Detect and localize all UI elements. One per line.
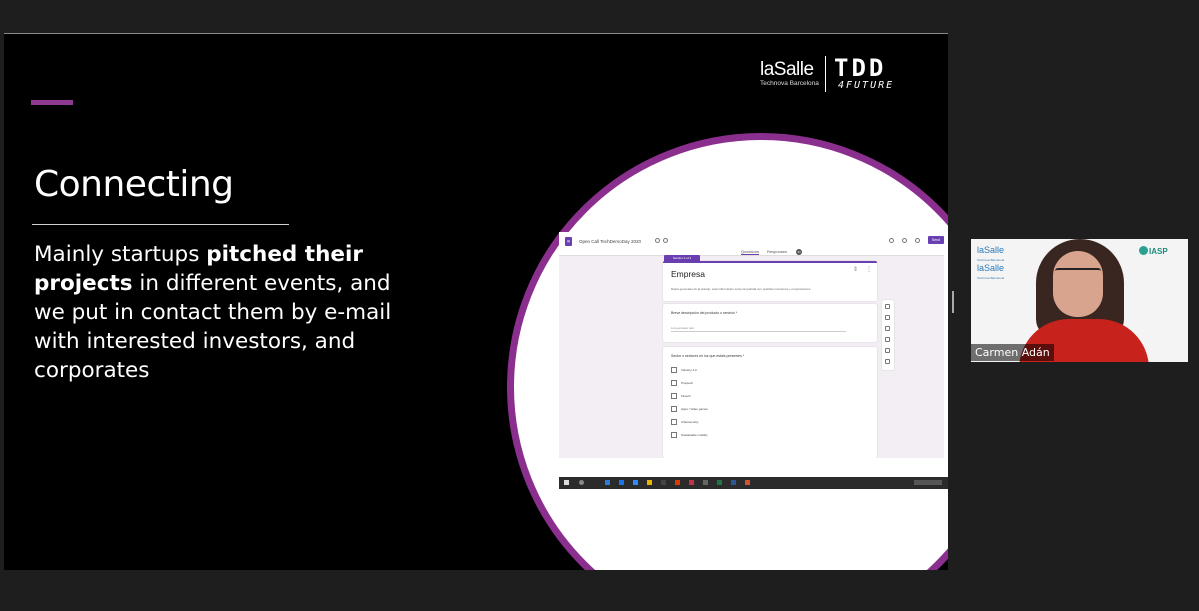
add-image-icon (885, 337, 890, 342)
taskbar-app-icon (689, 480, 694, 485)
checkbox-option: Cibersecurity (671, 419, 699, 425)
iasp-logo: IASP (1149, 247, 1168, 256)
section-title: Empresa (671, 269, 706, 279)
lasalle-logo-video-2-text: laSalle (977, 263, 1005, 273)
checkbox-icon (671, 419, 677, 425)
section-description: Datos generales de la startup, esta info… (671, 287, 811, 291)
option-label: Industry 4.0 (681, 367, 697, 372)
embedded-taskbar (559, 477, 948, 489)
tab-questions: Questions (741, 249, 760, 255)
checkbox-option: Fintech (671, 393, 691, 399)
checkbox-option: Proptech (671, 380, 693, 386)
lasalle-logo-video-text: laSalle (977, 245, 1005, 255)
taskbar-app-icon (579, 480, 584, 485)
add-section-icon (885, 359, 890, 364)
checkbox-option: Industry 4.0 (671, 367, 697, 373)
taskbar-app-icon (633, 480, 638, 485)
iasp-logo-icon (1139, 246, 1148, 255)
taskbar-app-icon (661, 480, 666, 485)
checkbox-icon (671, 432, 677, 438)
responses-count-badge: 31 (796, 249, 803, 255)
question-label: Breve descripción del producto o servici… (671, 311, 738, 315)
taskbar-app-icon (703, 480, 708, 485)
tdd-logo-subtext: 4FUTURE (838, 80, 895, 91)
windows-start-icon (564, 480, 569, 485)
checkbox-icon (671, 380, 677, 386)
taskbar-app-icon (605, 480, 610, 485)
lasalle-logo-text: laSalle (760, 59, 814, 80)
folder-icon (655, 238, 660, 243)
taskbar-app-icon (675, 480, 680, 485)
slide-title: Connecting (34, 164, 234, 205)
checkbox-option: Apps / Video games (671, 406, 708, 412)
slide-body-text: Mainly startups pitched their projects i… (34, 240, 394, 385)
speaker-face (1053, 251, 1103, 317)
add-title-icon (885, 326, 890, 331)
section-header-card: Empresa Datos generales de la startup, e… (663, 261, 877, 301)
settings-icon (915, 238, 920, 243)
lasalle-logo-subtext: Technova Barcelona (760, 80, 819, 87)
tdd-logo-text: TDD (834, 54, 887, 82)
form-tabs: Questions Responses 31 (741, 249, 818, 255)
form-topbar: ▤ Open Call TechDemoDay 2020 Send Questi… (559, 232, 944, 256)
checkbox-option: Sustainable mobility (671, 432, 708, 438)
logo-divider (825, 56, 826, 92)
accent-bar (31, 100, 73, 105)
long-answer-field: Long answer text (671, 326, 846, 332)
taskbar-app-icon (647, 480, 652, 485)
form-title: Open Call TechDemoDay 2020 (579, 239, 641, 244)
taskbar-app-icon (717, 480, 722, 485)
tdd-logo: TDD 4FUTURE (834, 56, 894, 92)
speaker-glasses (1055, 268, 1101, 281)
collapse-icon: ⇕ (853, 267, 859, 273)
speaker-name-label: Carmen Adán (971, 344, 1054, 361)
option-label: Sustainable mobility (681, 432, 708, 437)
form-floating-toolbar (882, 300, 894, 370)
speaker-video-tile[interactable]: laSalle Technova Barcelona laSalle Techn… (971, 239, 1188, 362)
checkbox-icon (671, 393, 677, 399)
question-card-sector: Sector o sectores en los que estáis pres… (663, 347, 877, 458)
more-vert-icon: ⋮ (866, 267, 872, 273)
option-label: Proptech (681, 380, 694, 385)
add-video-icon (885, 348, 890, 353)
checkbox-icon (671, 406, 677, 412)
option-label: Fintech (681, 393, 691, 398)
tab-responses: Responses 31 (767, 249, 810, 255)
taskbar-tray (914, 480, 942, 485)
taskbar-app-icon (745, 480, 750, 485)
preview-eye-icon (902, 238, 907, 243)
lasalle-logo-video-2: laSalle Technova Barcelona (977, 263, 1004, 283)
checkbox-icon (671, 367, 677, 373)
option-label: Cibersecurity (681, 419, 699, 424)
panel-resize-handle[interactable] (952, 291, 954, 313)
palette-icon (889, 238, 894, 243)
embedded-form-screenshot: ▤ Open Call TechDemoDay 2020 Send Questi… (559, 232, 944, 458)
lasalle-logo-video: laSalle Technova Barcelona (977, 245, 1004, 265)
forms-app-icon: ▤ (565, 237, 572, 246)
taskbar-app-icon (619, 480, 624, 485)
question-label: Sector o sectores en los que estáis pres… (671, 354, 745, 358)
option-label: Apps / Video games (681, 406, 708, 411)
star-icon (663, 238, 668, 243)
tab-responses-label: Responses (767, 249, 788, 254)
lasalle-logo-video-2-subtext: Technova Barcelona (977, 276, 1005, 280)
body-text-part: Mainly startups (34, 242, 207, 267)
add-question-icon (885, 304, 890, 309)
import-questions-icon (885, 315, 890, 320)
title-underline (32, 224, 289, 225)
taskbar-app-icon (731, 480, 736, 485)
question-card-description: Breve descripción del producto o servici… (663, 304, 877, 342)
lasalle-logo: laSalle Technova Barcelona (760, 60, 819, 88)
send-button: Send (928, 236, 944, 244)
